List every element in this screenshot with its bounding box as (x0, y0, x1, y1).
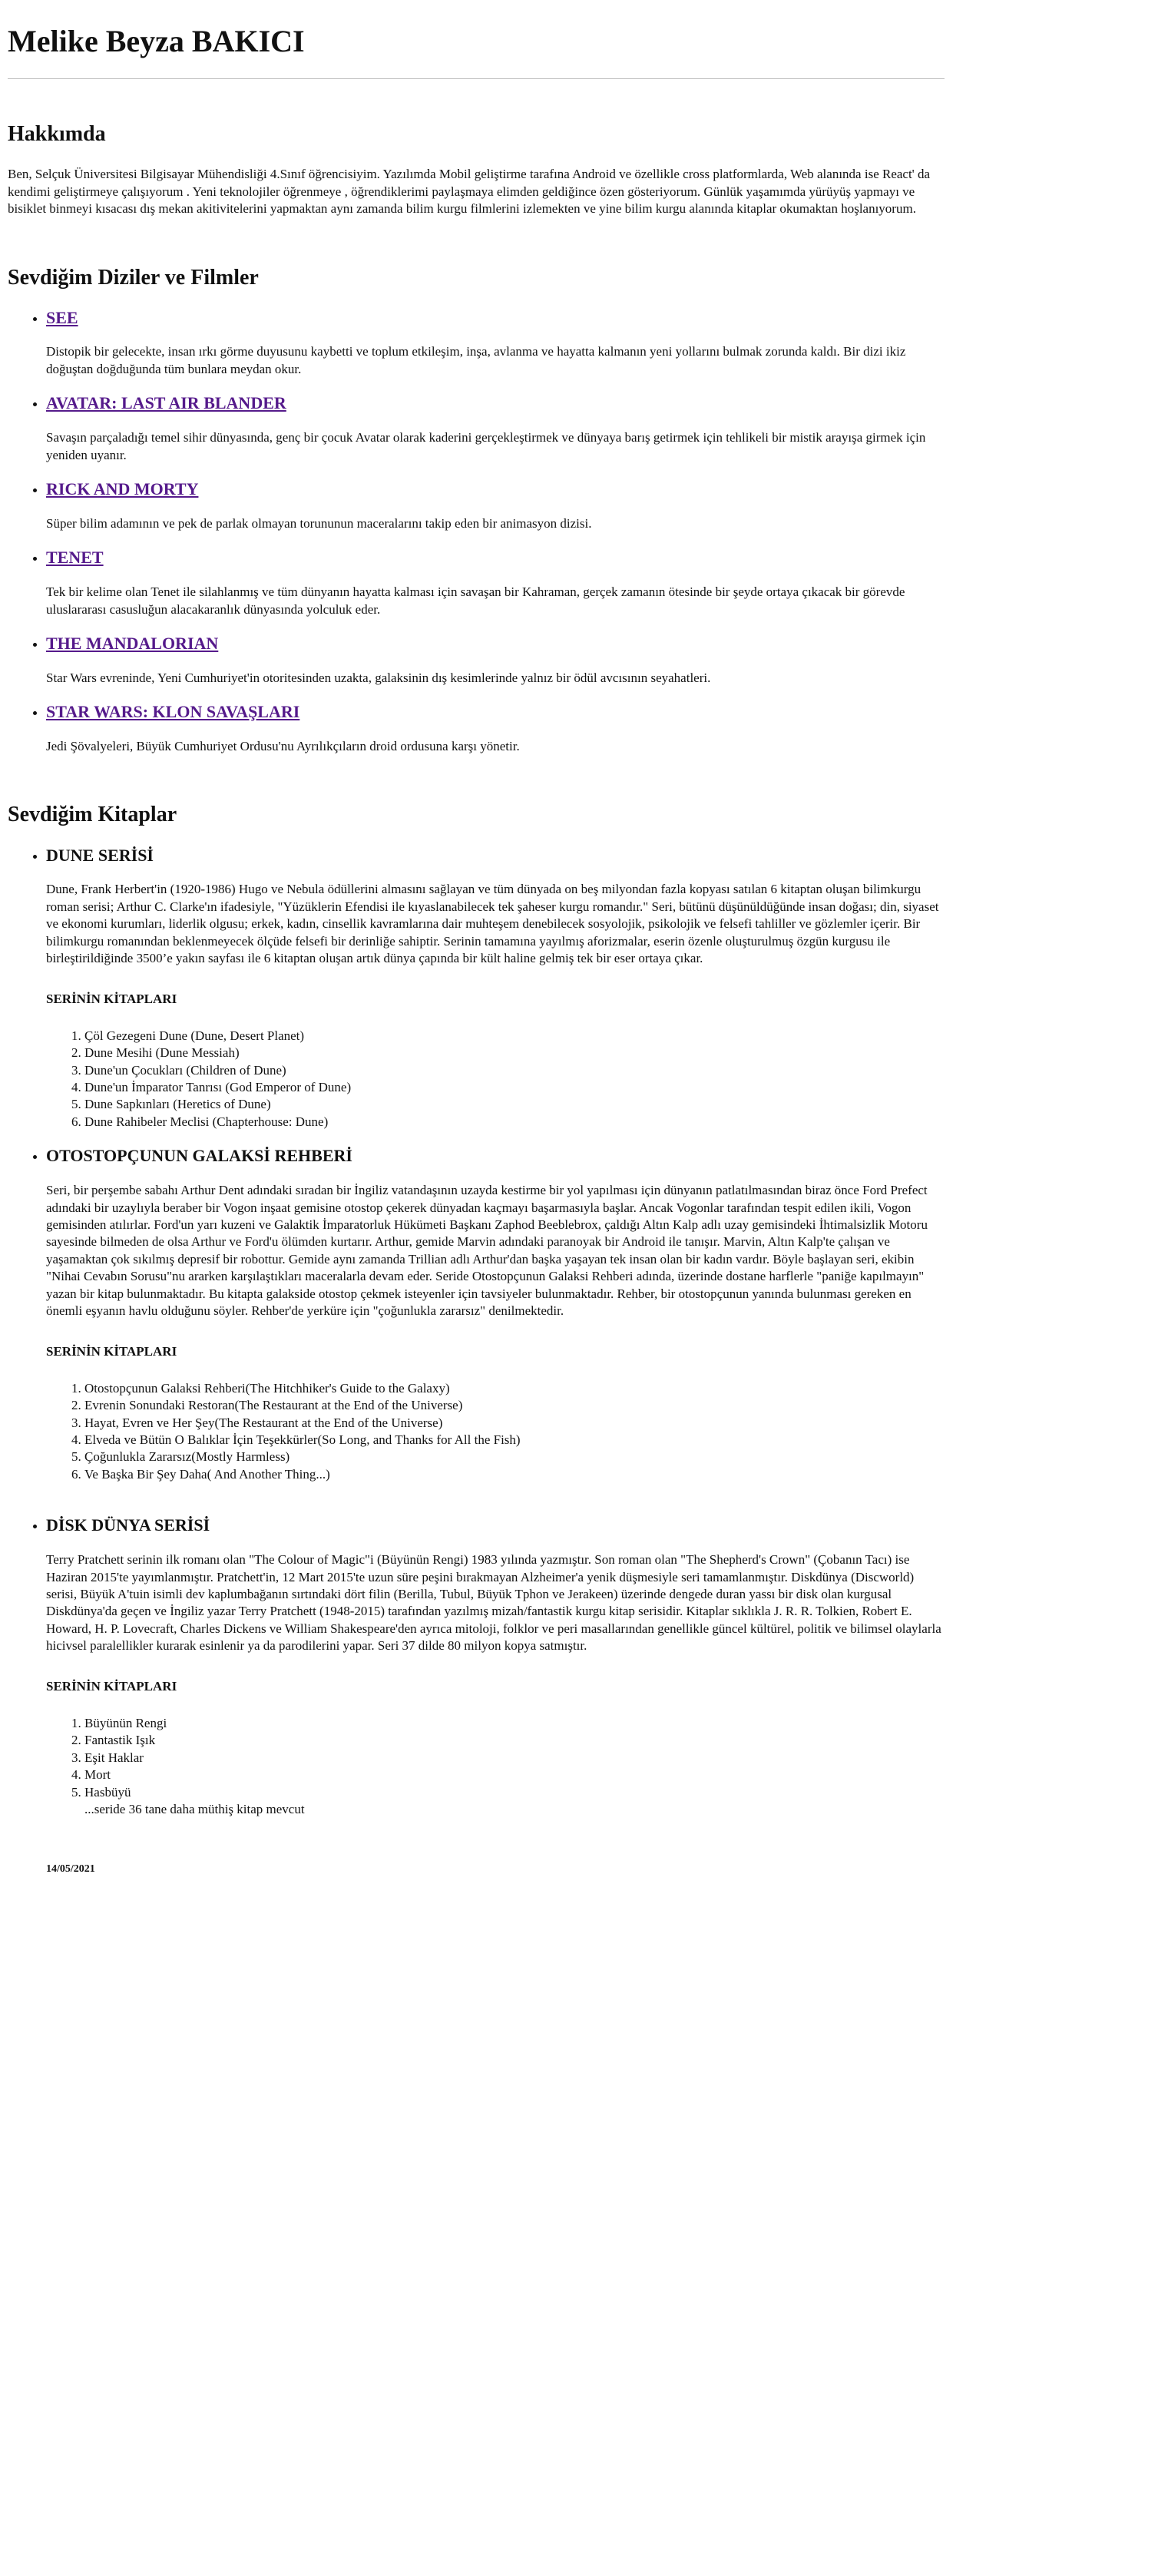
show-description: Savaşın parçaladığı temel sihir dünyasın… (46, 430, 926, 462)
series-description: Dune, Frank Herbert'in (1920-1986) Hugo … (46, 882, 939, 966)
list-item: Hayat, Evren ve Her Şey(The Restaurant a… (84, 1415, 945, 1432)
shows-heading: Sevdiğim Diziler ve Filmler (8, 265, 259, 290)
show-item: STAR WARS: KLON SAVAŞLARI Jedi Şövalyele… (46, 700, 945, 755)
series-book-list: Büyünün Rengi Fantastik Işık Eşit Haklar… (46, 1715, 945, 1801)
series-title: DİSK DÜNYA SERİSİ (46, 1515, 210, 1535)
show-description: Tek bir kelime olan Tenet ile silahlanmı… (46, 584, 905, 617)
show-link-clone-wars[interactable]: STAR WARS: KLON SAVAŞLARI (46, 702, 299, 721)
show-item: SEE Distopik bir gelecekte, insan ırkı g… (46, 306, 945, 379)
page-title: Melike Beyza BAKICI (8, 24, 305, 58)
show-item: TENET Tek bir kelime olan Tenet ile sila… (46, 546, 945, 618)
series-description: Terry Pratchett serinin ilk romanı olan … (46, 1552, 941, 1654)
list-item: Dune'un İmparator Tanrısı (God Emperor o… (84, 1079, 945, 1096)
series-books-heading: SERİNİN KİTAPLARI (46, 1343, 177, 1359)
list-item: Mort (84, 1766, 945, 1783)
show-description: Jedi Şövalyeleri, Büyük Cumhuriyet Ordus… (46, 738, 520, 753)
book-series-hitchhiker: OTOSTOPÇUNUN GALAKSİ REHBERİ Seri, bir p… (46, 1144, 945, 1483)
about-heading: Hakkımda (8, 122, 106, 146)
list-item: Çoğunlukla Zararsız(Mostly Harmless) (84, 1449, 945, 1465)
about-text: Ben, Selçuk Üniversitesi Bilgisayar Mühe… (8, 167, 931, 217)
show-description: Süper bilim adamının ve pek de parlak ol… (46, 515, 592, 531)
show-link-mandalorian[interactable]: THE MANDALORIAN (46, 634, 218, 653)
series-books-heading: SERİNİN KİTAPLARI (46, 1678, 177, 1694)
series-title: DUNE SERİSİ (46, 845, 154, 865)
series-book-list: Otostopçunun Galaksi Rehberi(The Hitchhi… (46, 1380, 945, 1484)
books-list: DUNE SERİSİ Dune, Frank Herbert'in (1920… (8, 844, 945, 1877)
books-heading: Sevdiğim Kitaplar (8, 803, 177, 827)
show-description: Distopik bir gelecekte, insan ırkı görme… (46, 344, 906, 376)
list-item: Büyünün Rengi (84, 1715, 945, 1732)
list-item: Dune Mesihi (Dune Messiah) (84, 1045, 945, 1061)
series-book-list: Çöl Gezegeni Dune (Dune, Desert Planet) … (46, 1028, 945, 1131)
show-item: AVATAR: LAST AIR BLANDER Savaşın parçala… (46, 392, 945, 464)
page: Melike Beyza BAKICI Hakkımda Ben, Selçuk… (0, 0, 952, 1877)
book-series-discworld: DİSK DÜNYA SERİSİ Terry Pratchett serini… (46, 1514, 945, 1876)
show-link-rick-and-morty[interactable]: RICK AND MORTY (46, 479, 198, 498)
show-link-tenet[interactable]: TENET (46, 548, 104, 567)
list-item: Dune'un Çocukları (Children of Dune) (84, 1062, 945, 1079)
list-item: Dune Rahibeler Meclisi (Chapterhouse: Du… (84, 1114, 945, 1131)
show-description: Star Wars evreninde, Yeni Cumhuriyet'in … (46, 670, 711, 685)
list-item: Dune Sapkınları (Heretics of Dune) (84, 1096, 945, 1113)
series-description: Seri, bir perşembe sabahı Arthur Dent ad… (46, 1183, 928, 1319)
list-item: Çöl Gezegeni Dune (Dune, Desert Planet) (84, 1028, 945, 1045)
list-item: Eşit Haklar (84, 1750, 945, 1766)
divider (8, 78, 945, 79)
show-item: THE MANDALORIAN Star Wars evreninde, Yen… (46, 632, 945, 687)
show-link-see[interactable]: SEE (46, 308, 78, 327)
more-books-note: ...seride 36 tane daha müthiş kitap mevc… (84, 1802, 305, 1817)
book-series-dune: DUNE SERİSİ Dune, Frank Herbert'in (1920… (46, 844, 945, 1131)
footer-date: 14/05/2021 (46, 1863, 95, 1876)
list-item: Evrenin Sonundaki Restoran(The Restauran… (84, 1397, 945, 1414)
list-item: Elveda ve Bütün O Balıklar İçin Teşekkür… (84, 1432, 945, 1449)
show-link-avatar[interactable]: AVATAR: LAST AIR BLANDER (46, 393, 286, 412)
series-books-heading: SERİNİN KİTAPLARI (46, 991, 177, 1006)
list-item: Fantastik Işık (84, 1732, 945, 1749)
list-item: Ve Başka Bir Şey Daha( And Another Thing… (84, 1466, 945, 1483)
show-item: RICK AND MORTY Süper bilim adamının ve p… (46, 478, 945, 532)
shows-list: SEE Distopik bir gelecekte, insan ırkı g… (8, 306, 945, 756)
list-item: Hasbüyü (84, 1784, 945, 1801)
series-title: OTOSTOPÇUNUN GALAKSİ REHBERİ (46, 1146, 352, 1166)
list-item: Otostopçunun Galaksi Rehberi(The Hitchhi… (84, 1380, 945, 1397)
